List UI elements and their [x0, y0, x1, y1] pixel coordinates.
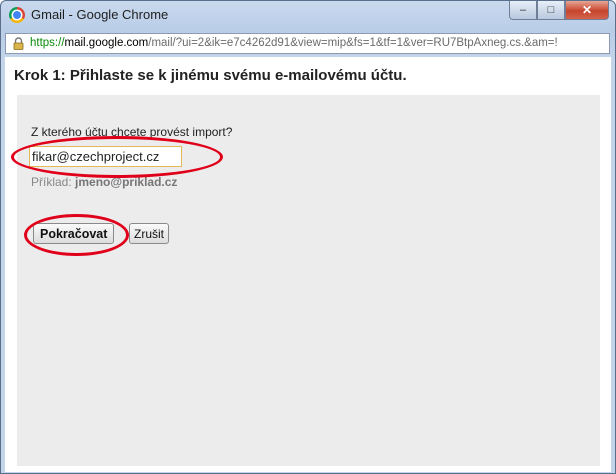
minimize-icon: – — [519, 4, 527, 16]
continue-button[interactable]: Pokračovat — [33, 223, 115, 244]
maximize-icon: □ — [547, 4, 555, 16]
url-path: /mail/?ui=2&ik=e7c4262d91&view=mip&fs=1&… — [148, 37, 558, 49]
lock-icon — [13, 37, 24, 50]
email-field[interactable] — [29, 146, 182, 167]
import-panel: Z kterého účtu chcete provést import? Př… — [11, 95, 600, 466]
minimize-button[interactable]: – — [509, 1, 537, 20]
example-hint: Příklad: jmeno@priklad.cz — [31, 175, 177, 189]
account-question-label: Z kterého účtu chcete provést import? — [31, 125, 233, 139]
window-controls: – □ ✕ — [509, 1, 609, 20]
url-text[interactable]: https://mail.google.com/mail/?ui=2&ik=e7… — [30, 34, 558, 53]
browser-window: Gmail - Google Chrome – □ ✕ https://mail… — [0, 0, 616, 474]
cancel-button[interactable]: Zrušit — [129, 223, 169, 244]
page-title: Krok 1: Přihlaste se k jinému svému e-ma… — [14, 67, 407, 84]
url-scheme: https:// — [30, 37, 65, 49]
maximize-button[interactable]: □ — [537, 1, 565, 20]
example-value: jmeno@priklad.cz — [75, 175, 178, 189]
example-label: Příklad: — [31, 175, 72, 189]
chrome-logo-icon — [9, 7, 25, 23]
title-bar: Gmail - Google Chrome – □ ✕ — [1, 1, 615, 29]
url-host: mail.google.com — [64, 37, 149, 49]
page-content: Krok 1: Přihlaste se k jinému svému e-ma… — [5, 57, 611, 472]
close-button[interactable]: ✕ — [565, 1, 609, 20]
address-bar[interactable]: https://mail.google.com/mail/?ui=2&ik=e7… — [5, 33, 610, 54]
close-icon: ✕ — [581, 3, 593, 17]
window-title: Gmail - Google Chrome — [31, 7, 169, 22]
